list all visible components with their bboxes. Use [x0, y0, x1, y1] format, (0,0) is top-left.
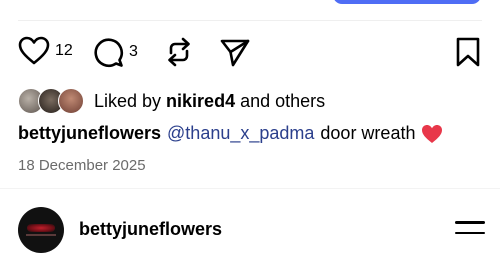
logo [27, 224, 55, 232]
like-count: 12 [55, 42, 73, 59]
follow-button[interactable] [333, 0, 481, 4]
save-button[interactable] [455, 36, 481, 68]
liked-by-suffix: and others [235, 90, 326, 111]
share-button[interactable] [219, 36, 251, 68]
bookmark-icon [455, 36, 481, 68]
repost-button[interactable] [163, 36, 195, 68]
comment-button[interactable]: 3 [92, 36, 138, 68]
send-icon [219, 36, 251, 68]
like-button[interactable]: 12 [18, 36, 73, 66]
post-caption: bettyjuneflowers @thanu_x_padma door wre… [18, 123, 443, 144]
divider [18, 20, 482, 21]
post-date: 18 December 2025 [18, 157, 146, 174]
liked-by-prefix: Liked by [94, 90, 167, 111]
comment-count: 3 [129, 43, 138, 60]
logo-text-mark [26, 234, 56, 236]
caption-text: door wreath [320, 123, 416, 143]
post-action-bar: 12 3 [0, 36, 500, 70]
liked-by-username[interactable]: nikired4 [166, 91, 235, 112]
divider [0, 188, 500, 189]
comment-bubble-icon [92, 36, 124, 68]
red-heart-emoji-icon [421, 124, 443, 144]
post-author-username[interactable]: bettyjuneflowers [79, 219, 222, 240]
caption-username[interactable]: bettyjuneflowers [18, 123, 161, 144]
caption-mention[interactable]: @thanu_x_padma [167, 123, 314, 144]
avatar [58, 88, 84, 114]
avatar[interactable] [18, 207, 64, 253]
heart-outline-icon [18, 36, 50, 66]
hamburger-menu-icon[interactable] [455, 221, 485, 242]
liked-by-row[interactable]: Liked by nikired4 and others [18, 88, 325, 114]
liked-by-avatars [18, 88, 84, 114]
repost-icon [163, 36, 195, 68]
